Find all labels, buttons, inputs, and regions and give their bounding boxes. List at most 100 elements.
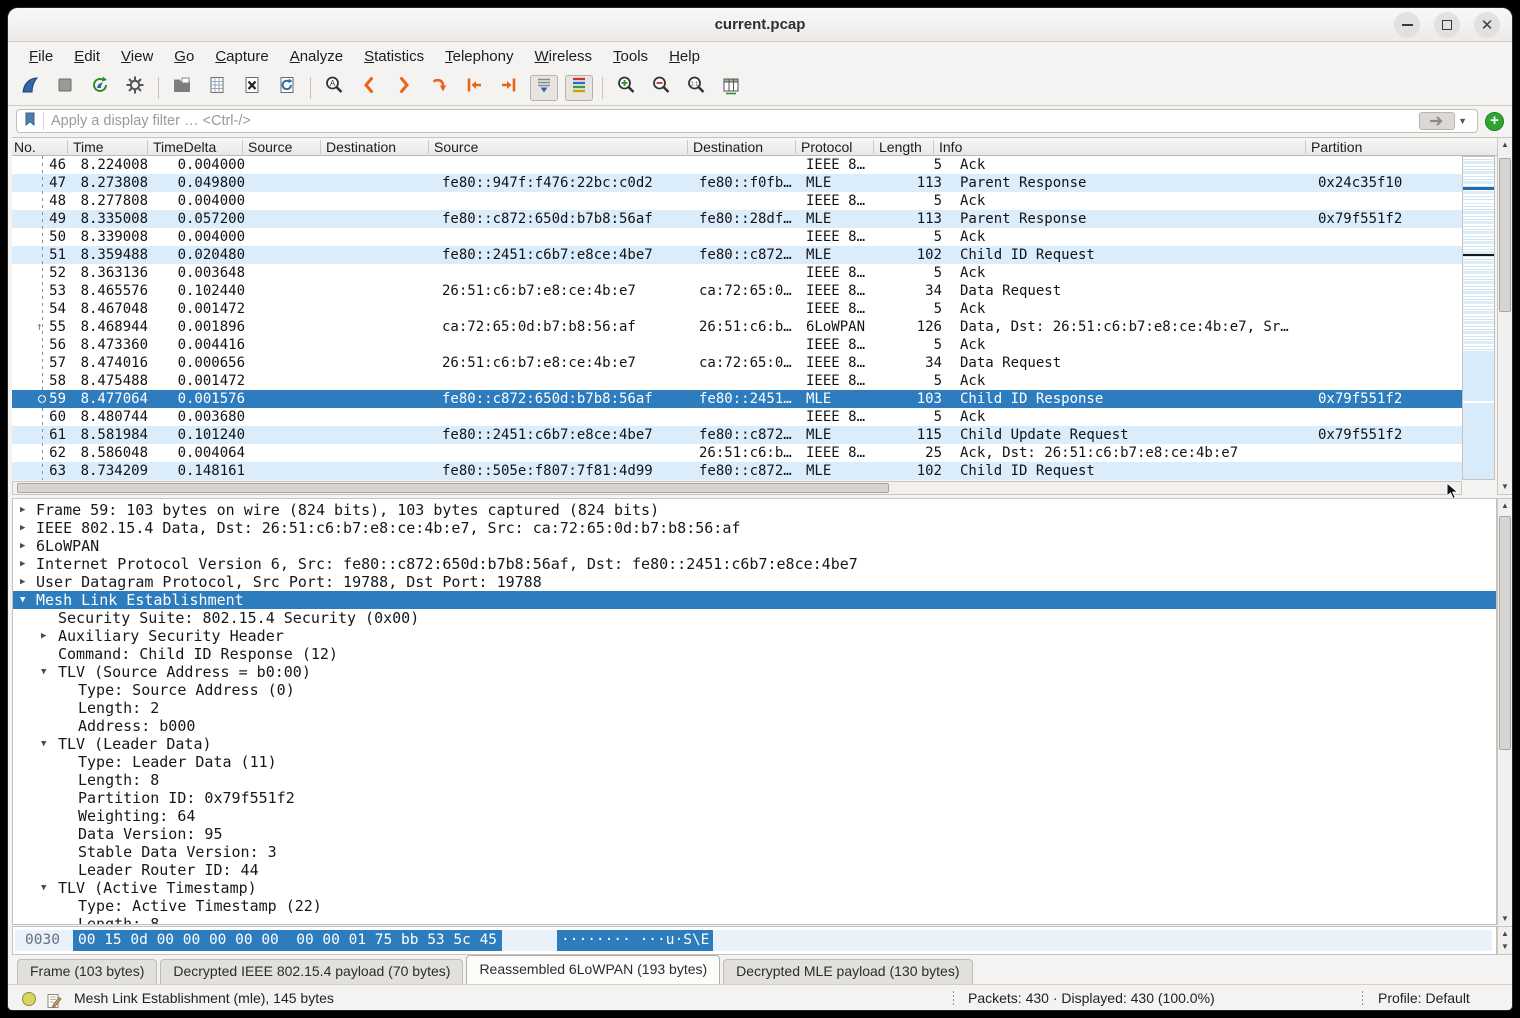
detail-line[interactable]: Data Version: 95 — [13, 825, 1496, 843]
column-separator[interactable] — [147, 140, 148, 154]
go-to-packet-button[interactable] — [425, 75, 453, 101]
zoom-out-button[interactable] — [647, 75, 675, 101]
detail-line[interactable]: ▶6LoWPAN — [13, 537, 1496, 555]
detail-line[interactable]: ▼TLV (Active Timestamp) — [13, 879, 1496, 897]
column-separator[interactable] — [687, 140, 688, 154]
menu-go[interactable]: Go — [165, 46, 203, 67]
scroll-down-icon[interactable]: ▼ — [1498, 480, 1512, 494]
menu-statistics[interactable]: Statistics — [355, 46, 433, 67]
column-header-destination[interactable]: Destination — [693, 138, 763, 156]
column-header-length[interactable]: Length — [879, 138, 922, 156]
menu-file[interactable]: File — [20, 46, 62, 67]
zoom-in-button[interactable] — [612, 75, 640, 101]
column-separator[interactable] — [242, 140, 243, 154]
detail-line[interactable]: ▼TLV (Leader Data) — [13, 735, 1496, 753]
packet-row-57[interactable]: 578.4740160.00065626:51:c6:b7:e8:ce:4b:e… — [12, 354, 1462, 372]
auto-scroll-toggle-button[interactable] — [530, 75, 558, 101]
menu-help[interactable]: Help — [660, 46, 709, 67]
details-vscrollbar[interactable]: ▲ ▼ — [1497, 498, 1513, 925]
column-separator[interactable] — [1305, 140, 1306, 154]
bytes-tab-1[interactable]: Decrypted IEEE 802.15.4 payload (70 byte… — [160, 959, 463, 984]
packet-row-49[interactable]: 498.3350080.057200fe80::c872:650d:b7b8:5… — [12, 210, 1462, 228]
column-separator[interactable] — [933, 140, 934, 154]
packet-row-47[interactable]: 478.2738080.049800fe80::947f:f476:22bc:c… — [12, 174, 1462, 192]
expander-open-icon[interactable]: ▼ — [41, 735, 46, 753]
expander-closed-icon[interactable]: ▶ — [20, 519, 25, 537]
expander-closed-icon[interactable]: ▶ — [20, 537, 25, 555]
zoom-original-button[interactable]: 1:1 — [682, 75, 710, 101]
expander-closed-icon[interactable]: ▶ — [20, 573, 25, 591]
scroll-up-icon[interactable]: ▲ — [1498, 499, 1512, 513]
packet-list-vscrollbar[interactable]: ▲ ▼ — [1497, 137, 1513, 495]
column-header-source[interactable]: Source — [434, 138, 478, 156]
detail-line[interactable]: ▶User Datagram Protocol, Src Port: 19788… — [13, 573, 1496, 591]
menu-wireless[interactable]: Wireless — [526, 46, 602, 67]
column-separator[interactable] — [428, 140, 429, 154]
expander-open-icon[interactable]: ▼ — [41, 879, 46, 897]
detail-line[interactable]: ▶IEEE 802.15.4 Data, Dst: 26:51:c6:b7:e8… — [13, 519, 1496, 537]
resize-columns-button[interactable] — [717, 75, 745, 101]
packet-row-55[interactable]: 558.4689440.001896ca:72:65:0d:b7:b8:56:a… — [12, 318, 1462, 336]
expander-closed-icon[interactable]: ▶ — [41, 627, 46, 645]
detail-line[interactable]: ▶Auxiliary Security Header — [13, 627, 1496, 645]
detail-line[interactable]: Length: 8 — [13, 915, 1496, 925]
packet-row-62[interactable]: 628.5860480.00406426:51:c6:b…IEEE 8…25Ac… — [12, 444, 1462, 462]
start-capture-fin-button[interactable] — [16, 75, 44, 101]
column-header-source[interactable]: Source — [248, 138, 292, 156]
packet-row-56[interactable]: 568.4733600.004416IEEE 8…5Ack — [12, 336, 1462, 354]
column-separator[interactable] — [795, 140, 796, 154]
column-separator[interactable] — [320, 140, 321, 154]
maximize-button[interactable] — [1434, 12, 1460, 38]
packet-row-50[interactable]: 508.3390080.004000IEEE 8…5Ack — [12, 228, 1462, 246]
detail-line[interactable]: Type: Source Address (0) — [13, 681, 1496, 699]
detail-line[interactable]: Type: Leader Data (11) — [13, 753, 1496, 771]
scroll-up-icon[interactable]: ▲ — [1498, 138, 1512, 152]
scroll-down-icon[interactable]: ▼ — [1498, 940, 1512, 954]
expert-info-icon[interactable] — [22, 992, 36, 1006]
filter-dropdown-caret[interactable]: ▼ — [1458, 116, 1467, 126]
minimize-button[interactable] — [1394, 12, 1420, 38]
go-next-packet-button[interactable] — [390, 75, 418, 101]
column-separator[interactable] — [873, 140, 874, 154]
go-last-packet-button[interactable] — [495, 75, 523, 101]
packet-row-51[interactable]: 518.3594880.020480fe80::2451:c6b7:e8ce:4… — [12, 246, 1462, 264]
column-header-timedelta[interactable]: TimeDelta — [153, 138, 216, 156]
title-bar[interactable]: current.pcap ✕ — [8, 8, 1512, 42]
packet-row-52[interactable]: 528.3631360.003648IEEE 8…5Ack — [12, 264, 1462, 282]
packet-row-59[interactable]: 598.4770640.001576fe80::c872:650d:b7b8:5… — [12, 390, 1462, 408]
close-file-button[interactable] — [238, 75, 266, 101]
profile-text[interactable]: Profile: Default — [1378, 985, 1470, 1011]
menu-view[interactable]: View — [112, 46, 162, 67]
detail-line[interactable]: Stable Data Version: 3 — [13, 843, 1496, 861]
stop-capture-button[interactable] — [51, 75, 79, 101]
reload-file-button[interactable] — [273, 75, 301, 101]
detail-line[interactable]: Type: Active Timestamp (22) — [13, 897, 1496, 915]
detail-line[interactable]: Weighting: 64 — [13, 807, 1496, 825]
detail-line[interactable]: Length: 8 — [13, 771, 1496, 789]
packet-bytes-pane[interactable]: 0030 00 15 0d 00 00 00 00 00 00 00 01 75… — [12, 926, 1497, 955]
column-header-protocol[interactable]: Protocol — [801, 138, 852, 156]
detail-line[interactable]: Length: 2 — [13, 699, 1496, 717]
bytes-tab-0[interactable]: Frame (103 bytes) — [17, 959, 157, 984]
restart-capture-button[interactable] — [86, 75, 114, 101]
expander-open-icon[interactable]: ▼ — [41, 663, 46, 681]
packet-row-60[interactable]: 608.4807440.003680IEEE 8…5Ack — [12, 408, 1462, 426]
bytes-tab-3[interactable]: Decrypted MLE payload (130 bytes) — [723, 959, 972, 984]
detail-line[interactable]: ▶Frame 59: 103 bytes on wire (824 bits),… — [13, 501, 1496, 519]
colorize-toggle-button[interactable] — [565, 75, 593, 101]
packet-list-hscroll-thumb[interactable] — [17, 483, 889, 493]
bytes-tab-2[interactable]: Reassembled 6LoWPAN (193 bytes) — [466, 955, 720, 984]
go-first-packet-button[interactable] — [460, 75, 488, 101]
packet-list-header[interactable]: No.TimeTimeDeltaSourceDestinationSourceD… — [12, 137, 1497, 156]
detail-line[interactable]: Command: Child ID Response (12) — [13, 645, 1496, 663]
detail-line[interactable]: Security Suite: 802.15.4 Security (0x00) — [13, 609, 1496, 627]
intelligent-scrollbar-minimap[interactable] — [1462, 156, 1495, 480]
expander-closed-icon[interactable]: ▶ — [20, 555, 25, 573]
close-button[interactable]: ✕ — [1474, 12, 1500, 38]
hex-row[interactable]: 0030 00 15 0d 00 00 00 00 00 00 00 01 75… — [15, 930, 1492, 951]
detail-line[interactable]: ▶Internet Protocol Version 6, Src: fe80:… — [13, 555, 1496, 573]
column-header-destination[interactable]: Destination — [326, 138, 396, 156]
hex-bytes-selected[interactable]: 00 15 0d 00 00 00 00 00 00 00 01 75 bb 5… — [73, 930, 502, 951]
capture-comment-icon[interactable] — [46, 991, 62, 1011]
scroll-down-icon[interactable]: ▼ — [1498, 912, 1512, 926]
